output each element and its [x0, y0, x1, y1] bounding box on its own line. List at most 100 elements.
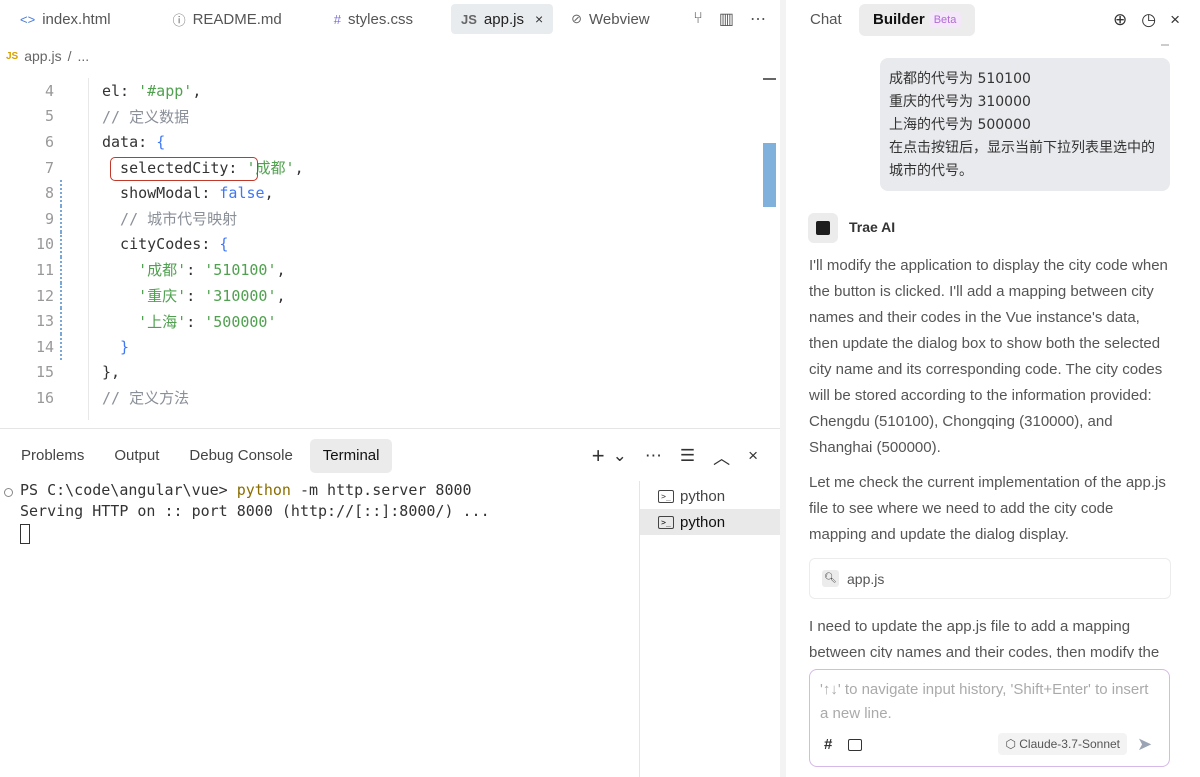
terminal-label: python: [680, 513, 726, 531]
editor-tab-bar: <> index.html ⓘ README.md # styles.css J…: [0, 0, 780, 38]
code-token: '上海': [102, 312, 187, 331]
tab-app-js[interactable]: JS app.js ×: [451, 4, 554, 34]
code-token: // 城市代号映射: [102, 210, 238, 229]
breadcrumb-separator: /: [67, 48, 72, 64]
code-token: showModal:: [102, 184, 220, 203]
bottom-panel: Problems Output Debug Console Terminal +…: [0, 428, 780, 777]
code-token: '310000': [204, 287, 277, 306]
new-chat-icon[interactable]: ⊕: [1113, 10, 1127, 30]
editor-tab-actions: ⑂ ▥ ⋯: [693, 0, 766, 38]
more-actions-icon[interactable]: ⋯: [750, 9, 766, 29]
code-line[interactable]: 11 '成都': '510100',: [0, 257, 760, 283]
ai-name: Trae AI: [849, 219, 896, 235]
code-editor[interactable]: 4 el: '#app', 5// 定义数据 6 data: {7 selectedCi…: [0, 78, 780, 420]
cube-icon: ⬡: [1005, 737, 1020, 751]
hash-icon[interactable]: #: [824, 736, 832, 753]
tab-debug-console[interactable]: Debug Console: [176, 439, 305, 473]
panel-settings-icon[interactable]: ☰: [680, 446, 695, 466]
code-line[interactable]: 8 showModal: false,: [0, 180, 760, 206]
close-icon[interactable]: ×: [535, 11, 543, 27]
message-clip: I need to update the app.js file to add …: [786, 612, 1200, 658]
terminal-output[interactable]: PS C:\code\angular\vue> python -m http.s…: [0, 481, 638, 777]
code-token: // 定义方法: [102, 389, 190, 408]
code-token: '500000': [204, 312, 277, 331]
code-token: '#app': [138, 81, 193, 100]
line-number: 11: [35, 260, 54, 279]
code-text: },: [102, 363, 120, 381]
history-icon[interactable]: ◷: [1141, 10, 1156, 30]
tab-index-html[interactable]: <> index.html: [10, 4, 121, 34]
maximize-panel-icon[interactable]: ︿: [713, 444, 730, 469]
code-token: el:: [102, 81, 139, 100]
model-selector[interactable]: ⬡ Claude-3.7-Sonnet: [998, 733, 1127, 755]
breadcrumb: JS app.js / ...: [0, 44, 89, 68]
code-text: '成都': '510100',: [102, 259, 285, 280]
code-line[interactable]: 5 // 定义数据: [0, 104, 760, 130]
terminal-prompt: PS C:\code\angular\vue>: [20, 481, 237, 499]
code-token: :: [186, 287, 205, 306]
tab-problems[interactable]: Problems: [8, 439, 97, 473]
new-terminal-icon[interactable]: +: [592, 443, 605, 469]
tab-chat[interactable]: Chat: [796, 4, 856, 36]
code-line[interactable]: 12 '重庆': '310000',: [0, 282, 760, 309]
code-line[interactable]: 9 // 城市代号映射: [0, 206, 760, 232]
file-chip-label: app.js: [847, 570, 885, 587]
code-line[interactable]: 6 data: {: [0, 129, 760, 155]
terminal-command-line: PS C:\code\angular\vue> python -m http.s…: [20, 481, 472, 499]
line-number: 13: [35, 312, 54, 331]
tab-terminal[interactable]: Terminal: [309, 439, 393, 473]
modified-line-marker: [60, 206, 63, 232]
terminal-label: python: [680, 487, 726, 505]
code-token: {: [219, 235, 229, 254]
code-text: }: [102, 338, 129, 356]
split-editor-icon[interactable]: ▥: [719, 9, 734, 29]
code-text: el: '#app',: [102, 82, 201, 100]
panel-tab-bar: Problems Output Debug Console Terminal: [8, 439, 393, 473]
image-icon[interactable]: [848, 738, 863, 751]
tab-output[interactable]: Output: [101, 439, 172, 473]
code-brackets-icon: <>: [20, 11, 36, 27]
send-icon[interactable]: ➤: [1137, 734, 1157, 754]
source-control-icon[interactable]: ⑂: [693, 10, 703, 28]
line-number: 16: [35, 388, 54, 407]
tab-webview[interactable]: ⊘ Webview: [561, 4, 660, 34]
compass-icon: ⊘: [571, 11, 583, 26]
close-panel-icon[interactable]: ×: [748, 446, 758, 466]
breadcrumb-more[interactable]: ...: [77, 48, 89, 64]
code-token: ,: [192, 81, 202, 100]
code-line[interactable]: 4 el: '#app',: [0, 78, 760, 104]
terminal-list-item[interactable]: >_ python: [640, 483, 780, 509]
code-token: {: [156, 132, 166, 151]
file-reference-chip[interactable]: 🔍︎ app.js: [809, 558, 1171, 599]
chevron-down-icon[interactable]: ⌄: [613, 446, 627, 466]
code-text: '重庆': '310000',: [102, 285, 285, 306]
more-actions-icon[interactable]: ⋯: [645, 446, 662, 466]
modified-line-marker: [60, 231, 63, 258]
code-line[interactable]: 16 // 定义方法: [0, 385, 760, 411]
line-number: 14: [35, 337, 54, 356]
code-token: '510100': [204, 261, 277, 280]
panel-actions: + ⌄ ⋯ ☰ ︿ ×: [592, 439, 758, 473]
breadcrumb-file[interactable]: app.js: [24, 48, 61, 64]
tab-builder[interactable]: Builder Beta: [859, 4, 976, 36]
hash-icon: #: [333, 11, 341, 27]
editor-scrollbar-thumb[interactable]: [763, 143, 776, 207]
code-line[interactable]: 14 }: [0, 334, 760, 360]
terminal-icon: >_: [658, 515, 674, 529]
beta-badge: Beta: [928, 12, 962, 29]
line-number: 7: [44, 158, 54, 177]
tab-readme-md[interactable]: ⓘ README.md: [163, 4, 292, 34]
tab-styles-css[interactable]: # styles.css: [324, 4, 423, 34]
code-token: '重庆': [102, 287, 187, 306]
code-line[interactable]: 13 '上海': '500000': [0, 308, 760, 334]
chat-input[interactable]: [820, 678, 1160, 724]
code-text: data: {: [102, 133, 165, 151]
code-line[interactable]: 15},: [0, 360, 760, 386]
terminal-command: python: [236, 481, 291, 499]
close-icon[interactable]: ×: [1170, 10, 1180, 30]
assistant-header: Chat Builder Beta ⊕ ◷ ×: [786, 0, 1200, 40]
terminal-list-item[interactable]: >_ python: [640, 509, 780, 535]
code-token: false: [219, 184, 265, 203]
assistant-actions: ⊕ ◷ ×: [1113, 8, 1180, 32]
code-line[interactable]: 10 cityCodes: {: [0, 231, 760, 258]
